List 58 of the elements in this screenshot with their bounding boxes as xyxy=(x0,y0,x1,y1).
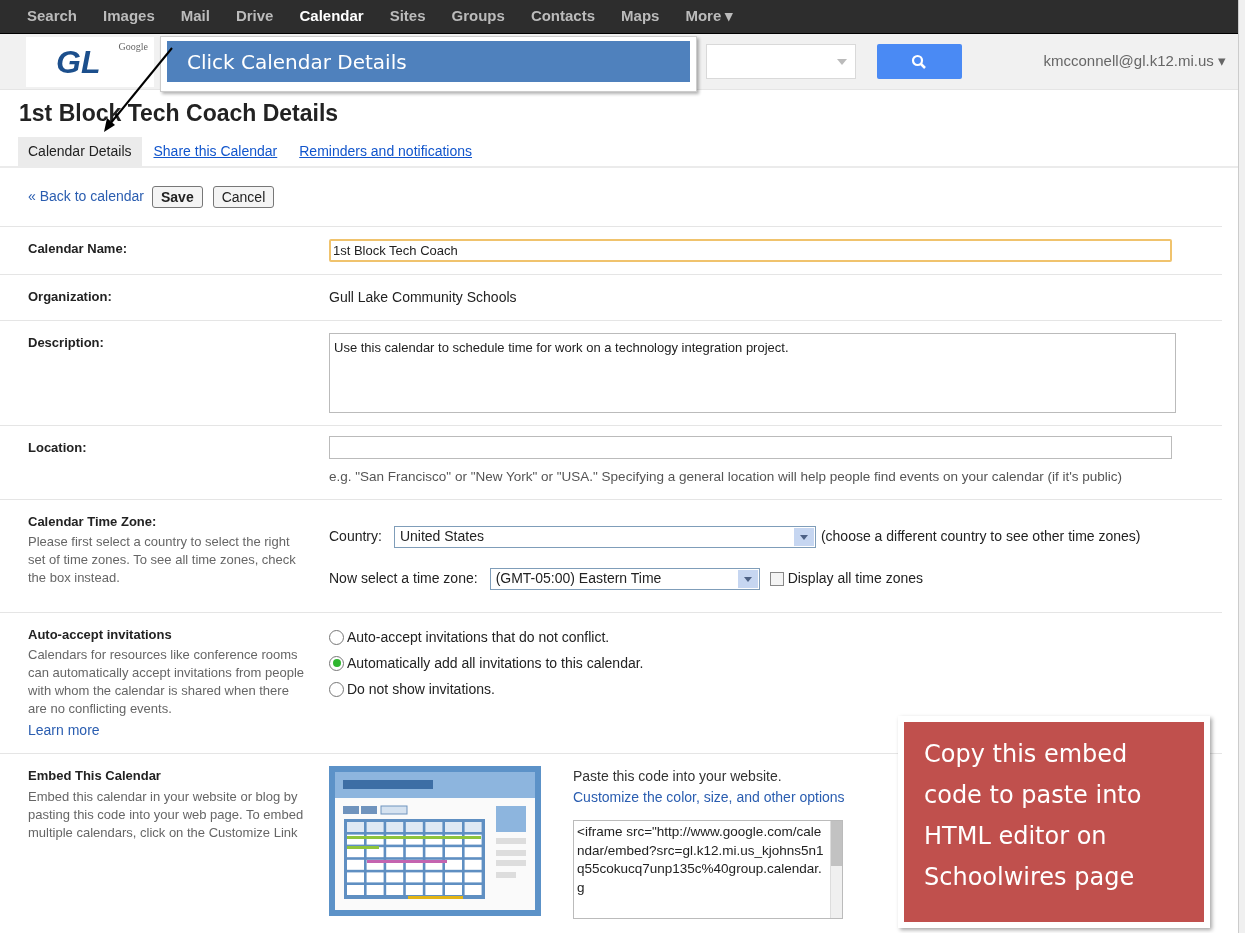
radio-button[interactable] xyxy=(329,629,344,645)
display-all-checkbox[interactable] xyxy=(769,571,784,586)
nav-link[interactable]: More ▾ xyxy=(685,5,734,28)
radio-button[interactable] xyxy=(329,681,344,697)
field-label: Organization: xyxy=(28,287,113,306)
description-field[interactable]: Use this calendar to schedule time for work on a technology integration project. xyxy=(329,332,1176,413)
dropdown-caret-icon[interactable] xyxy=(793,527,814,546)
tab[interactable]: Calendar Details xyxy=(18,136,142,166)
school-logo: GL Google xyxy=(26,36,154,87)
help-text: Please first select a country to select the right set of time zones. To see all time zones, check the box instead. xyxy=(28,533,297,588)
display-all-label: Display all time zones xyxy=(787,569,923,589)
time-zone-label: Now select a time zone: xyxy=(329,569,478,589)
nav-link[interactable]: Search xyxy=(27,5,78,28)
field-label: Embed This Calendar xyxy=(28,767,162,786)
callout-text: Click Calendar Details xyxy=(167,41,690,82)
location-hint: e.g. "San Francisco" or "New York" or "USA." Specifying a general location will help people find events on your calendar (if it's public) xyxy=(329,467,1123,486)
nav-link[interactable]: Maps xyxy=(621,5,660,28)
calendar-name-field[interactable]: 1st Block Tech Coach xyxy=(329,238,1172,262)
back-link[interactable]: « Back to calendar xyxy=(28,186,144,207)
dropdown-caret-icon xyxy=(836,58,847,65)
nav-link[interactable]: Contacts xyxy=(530,5,596,28)
scrollbar[interactable] xyxy=(1238,0,1245,933)
location-field[interactable] xyxy=(329,435,1172,459)
nav-link[interactable]: Sites xyxy=(389,5,426,28)
tab[interactable]: Reminders and notifications xyxy=(289,136,482,166)
country-label: Country: xyxy=(329,527,382,547)
nav-link[interactable]: Mail xyxy=(180,5,210,28)
cancel-button[interactable]: Cancel xyxy=(212,185,275,208)
customize-link[interactable]: Customize the color, size, and other options xyxy=(573,787,873,809)
account-menu[interactable]: kmcconnell@gl.k12.mi.us ▾ xyxy=(1043,50,1226,73)
field-label: Description: xyxy=(28,333,105,352)
field-label: Calendar Name: xyxy=(28,239,128,258)
organization-name: Gull Lake Community Schools xyxy=(329,288,517,305)
search-button[interactable] xyxy=(876,44,962,79)
radio-label: Auto-accept invitations that do not conflict. xyxy=(347,627,610,647)
nav-link[interactable]: Calendar xyxy=(299,5,364,28)
country-note: (choose a different country to see other time zones) xyxy=(820,527,1141,547)
embed-code-field[interactable]: <iframe src="http://www.google.com/calendar/embed?src=gl.k12.mi.us_kjohns5n1q55cokucq7unp135c%40group.calendar.g xyxy=(573,820,843,920)
paste-instruction: Paste this code into your website. xyxy=(573,767,783,787)
radio-button[interactable] xyxy=(329,655,344,671)
country-select[interactable]: United States xyxy=(393,525,816,548)
learn-more-link[interactable]: Learn more xyxy=(28,720,305,742)
nav-link[interactable]: Drive xyxy=(235,5,274,28)
nav-link[interactable]: Groups xyxy=(451,5,505,28)
radio-label: Automatically add all invitations to this calendar. xyxy=(347,653,644,673)
time-zone-select[interactable]: (GMT-05:00) Eastern Time xyxy=(489,567,760,590)
help-text: Embed this calendar in your website or blog by pasting this code into your web page. To embed multiple calendars, click on the Customize Link xyxy=(28,787,305,842)
search-icon xyxy=(911,53,928,70)
dropdown-caret-icon[interactable] xyxy=(737,569,758,588)
save-button[interactable]: Save xyxy=(151,185,203,208)
field-label: Auto-accept invitations xyxy=(28,625,173,644)
help-text: Calendars for resources like conference rooms can automatically accept invitations from people with whom the calendar is shared when there are no conflicting events. xyxy=(28,646,305,719)
nav-link[interactable]: Images xyxy=(103,5,155,28)
search-field[interactable] xyxy=(705,44,856,79)
field-label: Calendar Time Zone: xyxy=(28,512,158,531)
field-label: Location: xyxy=(28,438,88,457)
radio-label: Do not show invitations. xyxy=(347,679,495,699)
tab[interactable]: Share this Calendar xyxy=(143,136,288,166)
